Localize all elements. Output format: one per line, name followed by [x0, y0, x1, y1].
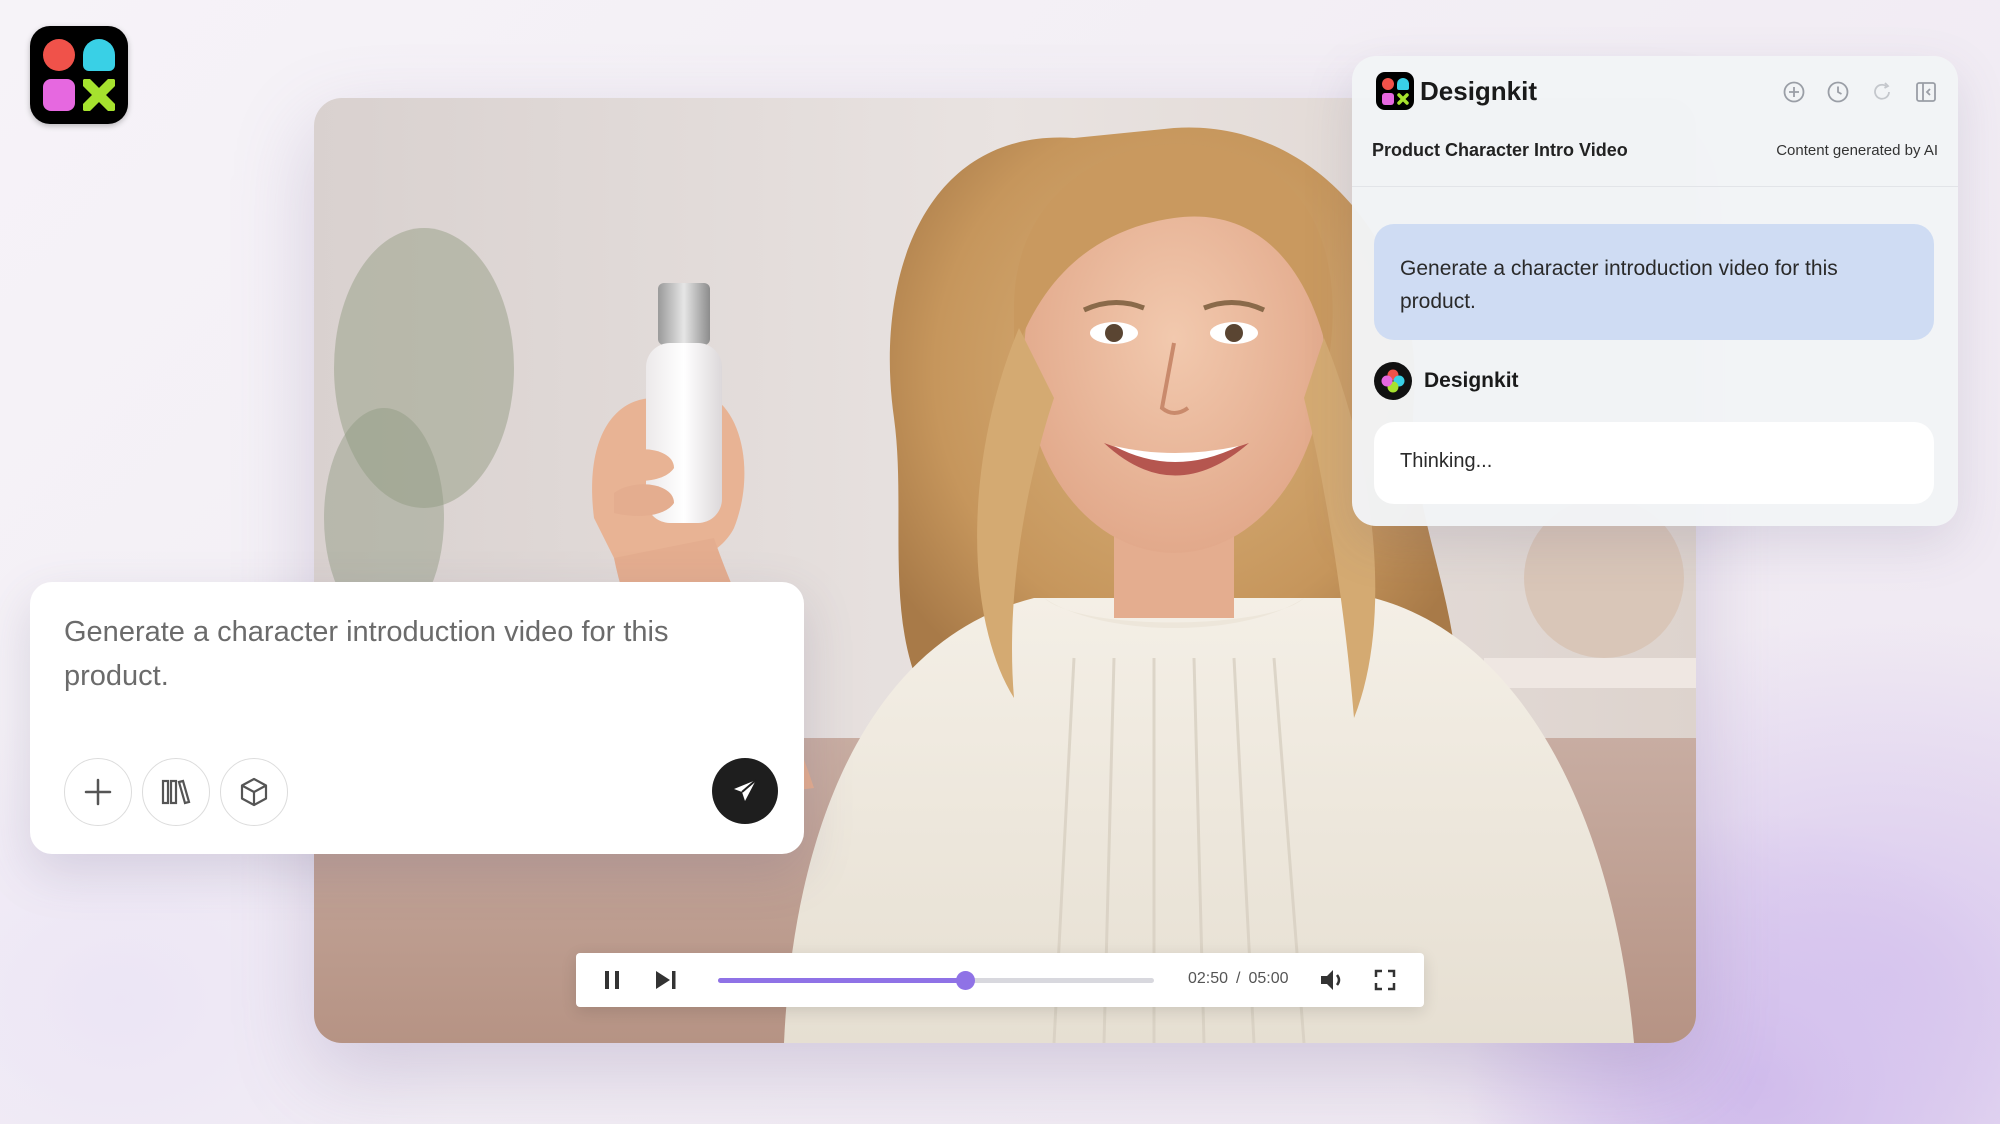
history-icon[interactable] — [1826, 80, 1850, 104]
send-button[interactable] — [712, 758, 778, 824]
designkit-flower-icon — [1381, 369, 1405, 393]
video-player-controls: 02:50 / 05:00 — [576, 953, 1424, 1007]
chat-brand-name: Designkit — [1420, 76, 1538, 106]
bot-avatar — [1374, 362, 1412, 400]
3d-model-button[interactable] — [220, 758, 288, 826]
bot-name: Designkit — [1424, 369, 1519, 392]
prompt-input[interactable]: Generate a character introduction video … — [64, 610, 704, 698]
fullscreen-icon — [1374, 969, 1396, 991]
progress-fill — [718, 978, 966, 983]
current-time: 02:50 — [1188, 970, 1229, 987]
prompt-input-card: Generate a character introduction video … — [30, 582, 804, 854]
chat-header: Designkit Product Character Intro Video … — [1352, 56, 1958, 187]
time-display: 02:50 / 05:00 — [1188, 970, 1289, 988]
chat-title: Product Character Intro Video — [1372, 140, 1628, 160]
duration: 05:00 — [1248, 970, 1289, 987]
progress-thumb[interactable] — [956, 971, 976, 990]
designkit-logo-icon — [30, 26, 128, 124]
bot-message-text: Thinking... — [1400, 450, 1493, 472]
pause-button[interactable] — [600, 967, 626, 993]
send-icon — [734, 779, 757, 801]
skip-next-icon — [656, 971, 676, 989]
library-icon — [161, 779, 191, 805]
designkit-logo-icon — [1376, 72, 1414, 110]
cube-icon — [240, 777, 268, 807]
refresh-icon[interactable] — [1870, 80, 1894, 104]
chat-panel: Designkit Product Character Intro Video … — [1352, 56, 1958, 526]
bot-message-bubble: Thinking... — [1374, 422, 1934, 504]
panel-toggle-icon[interactable] — [1914, 80, 1938, 104]
plus-icon — [84, 778, 112, 806]
new-chat-icon[interactable] — [1782, 80, 1806, 104]
user-message-bubble: Generate a character introduction video … — [1374, 224, 1934, 340]
fullscreen-button[interactable] — [1372, 967, 1398, 993]
volume-icon — [1321, 970, 1341, 990]
ai-generated-note: Content generated by AI — [1776, 142, 1938, 159]
library-button[interactable] — [142, 758, 210, 826]
add-button[interactable] — [64, 758, 132, 826]
time-separator: / — [1236, 970, 1241, 987]
next-button[interactable] — [652, 967, 680, 993]
progress-bar[interactable] — [718, 971, 1154, 990]
volume-button[interactable] — [1318, 967, 1346, 993]
pause-icon — [605, 971, 619, 989]
user-message-text: Generate a character introduction video … — [1400, 257, 1838, 313]
